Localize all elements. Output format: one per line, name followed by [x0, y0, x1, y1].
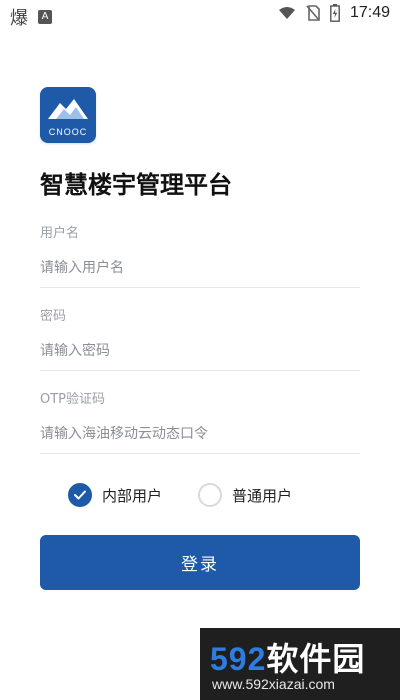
password-field: 密码	[40, 305, 360, 371]
radio-regular-user-label: 普通用户	[232, 486, 293, 505]
app-glyph-icon: 爆	[10, 8, 28, 29]
clock: 17:49	[349, 4, 390, 21]
otp-field: OTP验证码	[40, 388, 360, 454]
password-input[interactable]	[40, 338, 360, 364]
watermark-text: 软件园	[266, 641, 366, 677]
status-right: 17:49	[278, 4, 390, 22]
status-bar: 爆 A 17:49	[0, 0, 400, 30]
page-title: 智慧楼宇管理平台	[40, 171, 232, 199]
otp-label: OTP验证码	[40, 392, 106, 407]
radio-internal-user-label: 内部用户	[102, 486, 163, 505]
radio-circle-icon	[198, 483, 223, 507]
cnooc-mountain-icon	[48, 99, 88, 119]
username-divider	[40, 287, 360, 288]
password-divider	[40, 370, 360, 371]
username-input[interactable]	[40, 255, 360, 281]
logo-text: CNOOC	[48, 127, 88, 137]
user-type-radio-group: 内部用户 普通用户	[68, 483, 292, 507]
checkmark-icon	[68, 483, 92, 507]
otp-divider	[40, 453, 360, 454]
otp-input[interactable]	[40, 421, 360, 447]
wifi-icon	[278, 6, 296, 20]
battery-icon	[330, 4, 340, 22]
password-label: 密码	[40, 309, 67, 324]
a-badge-icon: A	[38, 10, 52, 24]
login-button[interactable]: 登录	[40, 535, 360, 590]
username-label: 用户名	[40, 226, 80, 241]
watermark-url: www.592xiazai.com	[212, 676, 335, 692]
no-sim-icon	[306, 5, 320, 21]
radio-regular-user[interactable]: 普通用户	[198, 483, 292, 507]
status-left: 爆 A	[10, 4, 52, 30]
watermark-logo: 592软件园	[210, 634, 365, 680]
username-field: 用户名	[40, 222, 360, 288]
app-logo: CNOOC	[40, 87, 96, 143]
watermark-number: 592	[210, 641, 267, 677]
watermark: 592软件园 www.592xiazai.com	[200, 628, 400, 700]
radio-internal-user[interactable]: 内部用户	[68, 483, 162, 507]
